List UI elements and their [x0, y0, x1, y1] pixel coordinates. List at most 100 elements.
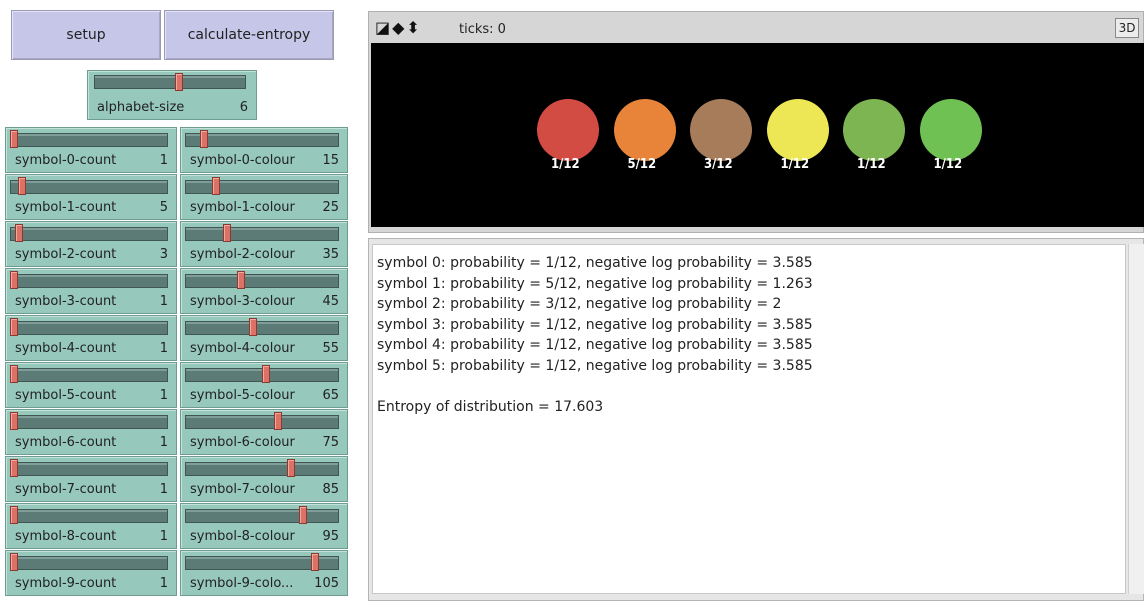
slider-thumb[interactable] [236, 271, 245, 289]
slider-value: 1 [159, 529, 168, 544]
slider-thumb[interactable] [10, 412, 18, 430]
slider-label: symbol-0-colour [190, 153, 295, 168]
slider-track [185, 227, 339, 241]
slider-thumb[interactable] [261, 365, 270, 383]
symbol-2-count-slider[interactable]: symbol-2-count 3 [5, 221, 177, 267]
symbol-1-colour-slider[interactable]: symbol-1-colour 25 [180, 174, 348, 220]
symbol-5-count-slider[interactable]: symbol-5-count 1 [5, 362, 177, 408]
slider-thumb[interactable] [10, 553, 18, 571]
slider-track [185, 274, 339, 288]
symbol-7-count-slider[interactable]: symbol-7-count 1 [5, 456, 177, 502]
slider-value: 75 [322, 435, 339, 450]
slider-track [185, 133, 339, 147]
symbol-9-colour-slider[interactable]: symbol-9-colo... 105 [180, 550, 348, 596]
slider-track [10, 415, 168, 429]
slider-thumb[interactable] [10, 271, 18, 289]
slider-value: 45 [322, 294, 339, 309]
symbol-8-colour-slider[interactable]: symbol-8-colour 95 [180, 503, 348, 549]
slider-label: symbol-7-colour [190, 482, 295, 497]
slider-track [10, 556, 168, 570]
slider-value: 25 [322, 200, 339, 215]
symbol-5-probability-label: 1/12 [933, 157, 963, 172]
slider-thumb[interactable] [223, 224, 232, 242]
symbol-5-colour-slider[interactable]: symbol-5-colour 65 [180, 362, 348, 408]
slider-label: symbol-3-count [15, 294, 117, 309]
slider-thumb[interactable] [248, 318, 257, 336]
slider-thumb[interactable] [14, 224, 23, 242]
slider-thumb[interactable] [10, 130, 18, 148]
slider-value: 1 [159, 341, 168, 356]
slider-track [185, 415, 339, 429]
symbol-2-turtle [690, 99, 752, 161]
slider-label: symbol-6-colour [190, 435, 295, 450]
slider-value: 3 [159, 247, 168, 262]
slider-label: symbol-8-count [15, 529, 117, 544]
output-line: symbol 5: probability = 1/12, negative l… [377, 357, 813, 374]
slider-value: 35 [322, 247, 339, 262]
symbol-9-count-slider[interactable]: symbol-9-count 1 [5, 550, 177, 596]
slider-thumb[interactable] [310, 553, 319, 571]
symbol-7-colour-slider[interactable]: symbol-7-colour 85 [180, 456, 348, 502]
slider-track [185, 321, 339, 335]
output-scrollbar[interactable] [1128, 244, 1144, 594]
output-line: symbol 2: probability = 3/12, negative l… [377, 296, 782, 312]
symbol-4-colour-slider[interactable]: symbol-4-colour 55 [180, 315, 348, 361]
symbol-6-count-slider[interactable]: symbol-6-count 1 [5, 409, 177, 455]
slider-thumb[interactable] [211, 177, 220, 195]
world-view-canvas[interactable]: 1/12 5/12 3/12 1/12 1/12 1/12 [371, 43, 1144, 227]
output-line: Entropy of distribution = 17.603 [377, 398, 604, 415]
slider-label: symbol-2-count [15, 247, 117, 262]
setup-button-label: setup [66, 27, 106, 43]
3d-view-button[interactable]: 3D [1115, 18, 1139, 38]
symbol-0-colour-slider[interactable]: symbol-0-colour 15 [180, 127, 348, 173]
symbol-3-turtle [766, 99, 829, 161]
slider-thumb[interactable] [199, 130, 208, 148]
setup-button[interactable]: setup [11, 10, 161, 60]
slider-thumb[interactable] [174, 73, 183, 91]
command-output-area[interactable]: symbol 0: probability = 1/12, negative l… [372, 244, 1126, 594]
slider-label: symbol-9-count [15, 576, 117, 591]
symbol-3-probability-label: 1/12 [780, 157, 810, 172]
symbol-4-count-slider[interactable]: symbol-4-count 1 [5, 315, 177, 361]
slider-thumb[interactable] [10, 365, 18, 383]
slider-label: symbol-1-count [15, 200, 117, 215]
calculate-entropy-button-label: calculate-entropy [187, 27, 311, 43]
slider-thumb[interactable] [10, 318, 18, 336]
slider-thumb[interactable] [10, 459, 18, 477]
slider-track [10, 180, 168, 194]
symbol-1-count-slider[interactable]: symbol-1-count 5 [5, 174, 177, 220]
view-control-icons[interactable]: ◪◆⬍ [375, 20, 422, 36]
slider-thumb[interactable] [17, 177, 26, 195]
3d-view-button-label: 3D [1118, 21, 1136, 35]
slider-value: 1 [159, 482, 168, 497]
symbol-8-count-slider[interactable]: symbol-8-count 1 [5, 503, 177, 549]
symbol-6-colour-slider[interactable]: symbol-6-colour 75 [180, 409, 348, 455]
slider-label: symbol-5-colour [190, 388, 295, 403]
slider-label: symbol-5-count [15, 388, 117, 403]
symbol-2-colour-slider[interactable]: symbol-2-colour 35 [180, 221, 348, 267]
symbol-3-count-slider[interactable]: symbol-3-count 1 [5, 268, 177, 314]
output-line: symbol 1: probability = 5/12, negative l… [377, 275, 813, 292]
slider-track [10, 274, 168, 288]
symbol-2-probability-label: 3/12 [704, 157, 733, 172]
slider-thumb[interactable] [298, 506, 307, 524]
symbol-3-colour-slider[interactable]: symbol-3-colour 45 [180, 268, 348, 314]
slider-thumb[interactable] [10, 506, 18, 524]
symbol-4-turtle [843, 99, 905, 161]
slider-label: symbol-4-count [15, 341, 117, 356]
calculate-entropy-button[interactable]: calculate-entropy [164, 10, 334, 60]
slider-thumb[interactable] [287, 459, 296, 477]
slider-track [10, 368, 168, 382]
symbol-0-count-slider[interactable]: symbol-0-count 1 [5, 127, 177, 173]
slider-label: symbol-0-count [15, 153, 117, 168]
alphabet-size-slider[interactable]: alphabet-size 6 [87, 70, 257, 120]
slider-label: symbol-3-colour [190, 294, 295, 309]
slider-value: 65 [322, 388, 339, 403]
slider-value: 1 [159, 153, 168, 168]
slider-thumb[interactable] [273, 412, 282, 430]
slider-label: alphabet-size [97, 100, 185, 115]
symbol-5-turtle [919, 99, 982, 161]
slider-track [94, 75, 246, 89]
ticks-counter: ticks: 0 [459, 22, 506, 37]
